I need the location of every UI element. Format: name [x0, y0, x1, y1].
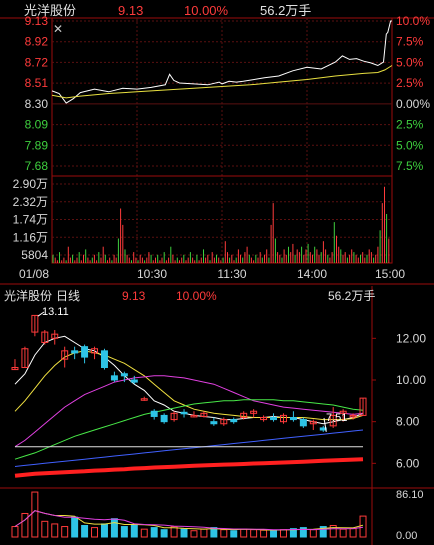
daily-candle-body [81, 346, 89, 358]
daily-candle-body [270, 417, 278, 421]
daily-price-tick: 12.00 [396, 331, 426, 345]
daily-candle-body [110, 375, 118, 381]
intraday-volume-tick: 2.32万 [13, 195, 48, 209]
intraday-time-tick: 14:00 [297, 267, 327, 281]
daily-volume-bar [81, 525, 89, 538]
daily-candle-body [120, 373, 128, 377]
daily-candle-body [299, 419, 307, 427]
daily-volume-bar [160, 529, 168, 538]
daily-volume-bar [230, 530, 238, 538]
daily-volume-tick: 86.10 [396, 489, 424, 501]
intraday-time-tick: 10:30 [137, 267, 167, 281]
daily-candle-body [150, 410, 158, 417]
intraday-volume-tick: 1.16万 [13, 230, 48, 244]
chart-canvas: 9.13 10.0% 8.92 7.5% 8.72 5.0% 8.51 2.5% 8.30 0.0… [0, 14, 434, 545]
daily-ma20-line [14, 375, 364, 448]
daily-volume-bar [21, 512, 29, 538]
intraday-pct-tick: 2.5% [396, 118, 424, 132]
daily-candle-body [180, 411, 188, 415]
daily-candle-body [210, 421, 218, 425]
intraday-change-pct: 10.00% [184, 3, 229, 18]
intraday-volume-tick: 2.90万 [13, 177, 48, 191]
daily-volume-bar [339, 528, 347, 538]
daily-volume-bar [71, 516, 79, 538]
daily-volume-bar [220, 529, 228, 538]
intraday-stock-name: 光洋股份 [24, 3, 77, 18]
intraday-pct-tick: 10.0% [396, 14, 430, 28]
daily-volume-bar [150, 527, 158, 538]
daily-volume-bar [240, 528, 248, 538]
daily-volume-bar [309, 529, 317, 538]
daily-volume-bar [190, 530, 198, 538]
close-icon[interactable]: ✕ [53, 23, 63, 35]
daily-volume-bar [91, 527, 99, 538]
intraday-price-tick: 8.51 [25, 76, 49, 90]
intraday-pct-tick: 2.5% [396, 76, 424, 90]
daily-volume-bar [260, 529, 268, 538]
intraday-pct-tick: 5.0% [396, 138, 424, 152]
intraday-price-tick: 7.68 [25, 159, 49, 173]
daily-volume-bar [180, 528, 188, 538]
intraday-pct-tick: 0.00% [396, 97, 430, 111]
daily-period[interactable]: 日线 [56, 290, 80, 302]
daily-volume-bar [349, 528, 357, 538]
daily-price: 9.13 [122, 289, 146, 303]
daily-volume-bar [130, 525, 138, 538]
daily-low-label: 7.51 [326, 412, 348, 424]
daily-ma30-line [14, 399, 364, 460]
daily-volume-bar [200, 528, 208, 538]
daily-volume-bar [31, 491, 39, 538]
daily-volume-bar [41, 520, 49, 538]
daily-candle-body [230, 419, 238, 423]
daily-volume-bar [250, 529, 258, 538]
intraday-price-tick: 8.30 [25, 97, 49, 111]
daily-ma120-line [14, 457, 364, 478]
daily-candle-body [289, 417, 297, 421]
daily-candle-body [71, 350, 79, 354]
daily-volume-bar [359, 515, 367, 538]
intraday-volume-tick: 1.74万 [13, 213, 48, 227]
daily-ma5-line [14, 335, 364, 425]
daily-volume-bar [51, 523, 59, 538]
intraday-pct-tick: 7.5% [396, 159, 424, 173]
daily-volume-bar [120, 526, 128, 538]
intraday-price-tick: 8.92 [25, 35, 49, 49]
daily-volume-bar [110, 518, 118, 538]
daily-volume-bar [61, 526, 69, 538]
daily-volume-bar [140, 528, 148, 538]
daily-candle-body [160, 414, 168, 423]
intraday-price-tick: 8.72 [25, 55, 49, 69]
intraday-volume-tick: 5804 [21, 248, 48, 262]
daily-high-label: 13.11 [42, 306, 69, 318]
daily-volume-bar [279, 529, 287, 538]
intraday-volume: 56.2万手 [260, 3, 312, 18]
intraday-price-tick: 8.09 [25, 118, 49, 132]
intraday-time-tick: 11:30 [217, 267, 246, 281]
daily-change-pct: 10.00% [176, 289, 217, 303]
daily-price-tick: 8.00 [396, 415, 420, 429]
daily-ma10-line [14, 350, 364, 421]
daily-volume-bar [270, 530, 278, 538]
intraday-pct-tick: 5.0% [396, 55, 424, 69]
daily-candle-body [130, 379, 138, 383]
daily-stock-name: 光洋股份 [4, 289, 53, 303]
daily-volume: 56.2万手 [328, 289, 376, 303]
daily-volume-bar [100, 523, 108, 538]
daily-volume-tick: 0.00 [396, 530, 417, 542]
intraday-time-tick: 15:00 [375, 267, 405, 281]
intraday-price-tick: 7.89 [25, 138, 49, 152]
intraday-pct-tick: 7.5% [396, 35, 424, 49]
daily-price-tick: 10.00 [396, 373, 426, 387]
daily-candle-body [100, 350, 108, 369]
intraday-time-tick: 01/08 [19, 267, 49, 281]
daily-price-tick: 6.00 [396, 456, 420, 470]
intraday-price: 9.13 [118, 3, 144, 18]
daily-volume-bar [11, 526, 19, 538]
